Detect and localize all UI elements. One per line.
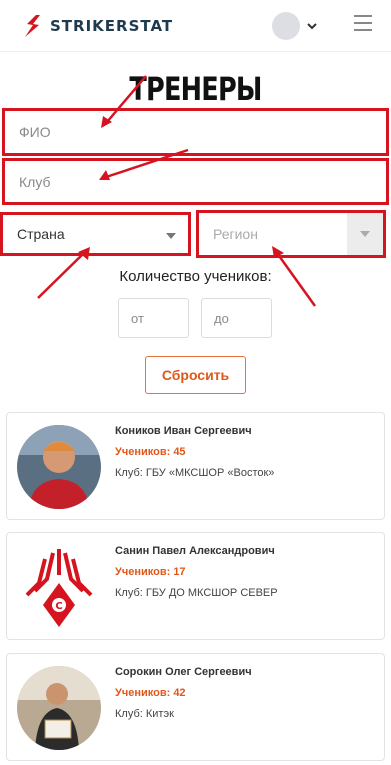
coach-name[interactable]: Сорокин Олег Сергеевич <box>115 666 252 678</box>
fio-input[interactable] <box>5 111 386 153</box>
coach-card[interactable]: Сорокин Олег Сергеевич Учеников: 42 Клуб… <box>6 653 385 761</box>
coach-photo <box>17 425 101 509</box>
coach-photo <box>17 666 101 750</box>
coach-students-count: Учеников: 45 <box>115 446 186 458</box>
strikerstat-logo-icon <box>25 15 40 37</box>
coach-students-count: Учеников: 42 <box>115 687 186 699</box>
students-count-label: Количество учеников: <box>119 268 272 285</box>
students-to-input[interactable] <box>201 298 272 338</box>
page-title: ТРЕНЕРЫ <box>129 70 262 108</box>
top-bar: STRIKERSTAT <box>0 0 391 52</box>
club-field-wrapper <box>2 158 389 205</box>
coach-club: Клуб: ГБУ ДО МКСШОР СЕВЕР <box>115 587 278 599</box>
coach-card[interactable]: Коников Иван Сергеевич Учеников: 45 Клуб… <box>6 412 385 520</box>
coach-card[interactable]: С Санин Павел Александрович Учеников: 17… <box>6 532 385 640</box>
region-select[interactable]: Регион <box>196 210 386 258</box>
chevron-down-icon <box>307 23 317 30</box>
hamburger-menu-icon[interactable] <box>354 15 372 31</box>
coach-photo-placeholder: С <box>17 545 101 629</box>
avatar <box>272 12 300 40</box>
coach-name[interactable]: Санин Павел Александрович <box>115 545 275 557</box>
caret-down-icon <box>360 231 370 237</box>
user-menu-button[interactable] <box>272 12 320 40</box>
club-input[interactable] <box>5 161 386 202</box>
fio-field-wrapper <box>2 108 389 156</box>
caret-down-icon <box>166 233 176 239</box>
logo-text: STRIKERSTAT <box>50 17 174 35</box>
reset-button[interactable]: Сбросить <box>145 356 246 394</box>
region-caret-box <box>347 213 383 255</box>
coach-club: Клуб: ГБУ «МКСШОР «Восток» <box>115 467 275 479</box>
coach-club: Клуб: Китэк <box>115 708 174 720</box>
coach-name[interactable]: Коников Иван Сергеевич <box>115 425 252 437</box>
logo[interactable]: STRIKERSTAT <box>22 13 173 39</box>
coach-students-count: Учеников: 17 <box>115 566 186 578</box>
students-from-input[interactable] <box>118 298 189 338</box>
country-select[interactable]: Страна <box>0 212 191 256</box>
svg-text:С: С <box>55 601 62 612</box>
country-select-label: Страна <box>17 226 65 242</box>
